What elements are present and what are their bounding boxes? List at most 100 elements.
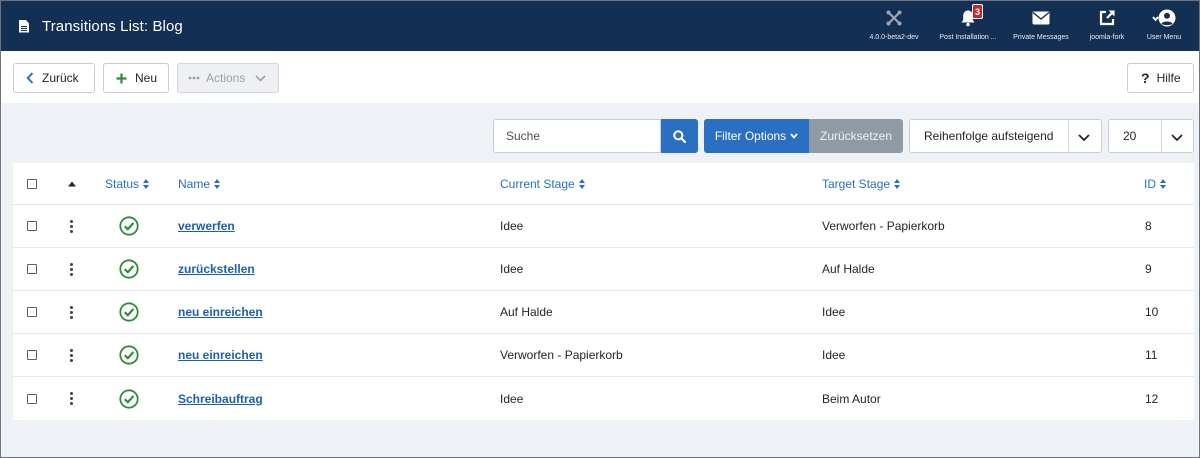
- document-icon: [19, 19, 29, 33]
- published-check-icon[interactable]: [119, 259, 139, 279]
- current-stage-value: Idee: [500, 262, 524, 276]
- row-actions-icon[interactable]: [69, 305, 73, 319]
- help-button[interactable]: ? Hilfe: [1127, 63, 1194, 93]
- site-link-label: joomla-fork: [1089, 34, 1125, 41]
- ordering-sort-icon[interactable]: [68, 181, 76, 187]
- reset-button[interactable]: Zurücksetzen: [809, 119, 903, 153]
- transition-name-link[interactable]: verwerfen: [178, 219, 235, 233]
- row-actions-icon[interactable]: [69, 262, 73, 276]
- sort-icon: [143, 178, 150, 189]
- current-stage-value: Verworfen - Papierkorb: [500, 348, 623, 362]
- select-divider: [1161, 120, 1162, 152]
- published-check-icon[interactable]: [119, 302, 139, 322]
- target-stage-column-header[interactable]: Target Stage: [822, 177, 901, 191]
- actions-dropdown[interactable]: Actions: [177, 63, 279, 93]
- name-column-header[interactable]: Name: [178, 177, 221, 191]
- status-column-header[interactable]: Status: [105, 177, 150, 191]
- target-stage-value: Verworfen - Papierkorb: [822, 219, 945, 233]
- table-row: zurückstellen Idee Auf Halde 9: [13, 248, 1194, 291]
- current-stage-column-header[interactable]: Current Stage: [500, 177, 586, 191]
- current-stage-value: Auf Halde: [500, 305, 553, 319]
- page-title: Transitions List: Blog: [42, 17, 183, 35]
- filter-options-label: Filter Options: [714, 129, 787, 143]
- question-icon: ?: [1141, 70, 1150, 86]
- ordering-value: Reihenfolge aufsteigend: [924, 129, 1054, 143]
- transition-name-link[interactable]: neu einreichen: [178, 348, 263, 362]
- new-button[interactable]: Neu: [103, 63, 169, 93]
- ordering-select[interactable]: Reihenfolge aufsteigend: [909, 119, 1102, 153]
- table-row: neu einreichen Verworfen - Papierkorb Id…: [13, 334, 1194, 377]
- published-check-icon[interactable]: [119, 345, 139, 365]
- id-header-label: ID: [1144, 176, 1156, 191]
- target-stage-value: Beim Autor: [822, 391, 881, 406]
- select-divider: [1068, 120, 1069, 152]
- published-check-icon[interactable]: [119, 216, 139, 236]
- sort-icon: [1160, 178, 1167, 189]
- id-value: 10: [1145, 305, 1159, 319]
- table-header-row: Status Name Current Stage Target Stage I…: [13, 163, 1194, 205]
- row-checkbox[interactable]: [27, 350, 37, 360]
- id-value: 12: [1145, 391, 1159, 406]
- post-installation-label: Post Installation ...: [939, 34, 997, 41]
- table-row: neu einreichen Auf Halde Idee 10: [13, 291, 1194, 334]
- header-version[interactable]: 4.0.0-beta2-dev: [867, 9, 921, 47]
- header-post-installation[interactable]: 3 Post Installation ...: [936, 4, 1000, 47]
- row-checkbox[interactable]: [27, 393, 37, 404]
- header-site-link[interactable]: joomla-fork: [1083, 9, 1131, 47]
- target-stage-header-label: Target Stage: [822, 176, 891, 191]
- published-check-icon[interactable]: [119, 388, 139, 409]
- target-stage-value: Idee: [822, 305, 846, 319]
- version-label: 4.0.0-beta2-dev: [869, 34, 919, 41]
- limit-select[interactable]: 20: [1108, 119, 1194, 153]
- chevron-down-icon: [1171, 131, 1183, 145]
- notification-badge: 3: [972, 4, 983, 19]
- id-value: 11: [1145, 348, 1158, 362]
- toolbar: Zurück Neu Actions ? Hilfe: [1, 51, 1199, 103]
- search-input[interactable]: [493, 119, 661, 153]
- sort-icon: [578, 178, 586, 189]
- row-checkbox[interactable]: [27, 307, 37, 317]
- external-link-icon: [1098, 9, 1116, 27]
- joomla-icon: [885, 9, 903, 27]
- back-label: Zurück: [42, 71, 79, 85]
- filter-options-button[interactable]: Filter Options: [704, 119, 809, 153]
- id-column-header[interactable]: ID: [1144, 177, 1167, 191]
- table-row: Schreibauftrag Idee Beim Autor 12: [13, 377, 1194, 420]
- target-stage-value: Idee: [822, 348, 846, 362]
- back-button[interactable]: Zurück: [13, 63, 95, 93]
- bell-icon: 3: [959, 4, 983, 27]
- new-label: Neu: [135, 71, 158, 85]
- id-value: 8: [1145, 219, 1152, 233]
- user-menu-label: User Menu: [1146, 34, 1182, 41]
- row-actions-icon[interactable]: [69, 392, 73, 405]
- current-stage-header-label: Current Stage: [500, 176, 575, 191]
- help-label: Hilfe: [1156, 71, 1181, 85]
- current-stage-value: Idee: [500, 391, 524, 406]
- id-value: 9: [1145, 262, 1152, 276]
- header-user-menu[interactable]: User Menu: [1141, 9, 1187, 47]
- page-title-wrap: Transitions List: Blog: [19, 1, 183, 51]
- plus-icon: [116, 73, 127, 84]
- row-actions-icon[interactable]: [69, 348, 73, 362]
- actions-label: Actions: [206, 71, 246, 85]
- search-button[interactable]: [661, 119, 698, 153]
- select-all-checkbox[interactable]: [27, 178, 37, 189]
- chevron-down-icon: [255, 74, 266, 82]
- caret-down-icon: [790, 133, 798, 139]
- transition-name-link[interactable]: neu einreichen: [178, 305, 263, 319]
- chevron-down-icon: [1078, 131, 1090, 145]
- row-checkbox[interactable]: [27, 264, 37, 274]
- status-header-label: Status: [105, 176, 140, 191]
- sort-icon: [214, 178, 221, 189]
- header-private-messages[interactable]: Private Messages: [1011, 9, 1071, 47]
- current-stage-value: Idee: [500, 219, 524, 233]
- table-row: verwerfen Idee Verworfen - Papierkorb 8: [13, 205, 1194, 248]
- transition-name-link[interactable]: Schreibauftrag: [178, 392, 263, 406]
- app-header: Transitions List: Blog 4.0.0-beta2-dev 3…: [1, 1, 1199, 51]
- name-header-label: Name: [178, 176, 211, 191]
- row-checkbox[interactable]: [27, 221, 37, 231]
- limit-value: 20: [1123, 129, 1137, 143]
- envelope-icon: [1032, 9, 1050, 27]
- row-actions-icon[interactable]: [69, 219, 73, 233]
- transition-name-link[interactable]: zurückstellen: [178, 262, 255, 276]
